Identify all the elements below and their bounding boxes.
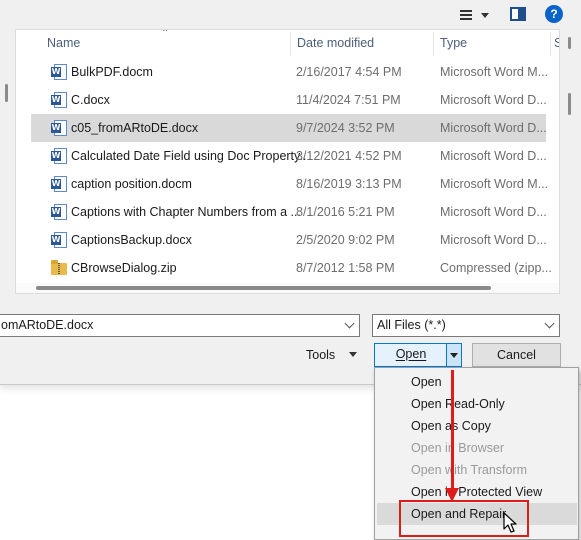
file-name: caption position.docm [71,177,192,191]
file-row[interactable]: W Calculated Date Field using Doc Propert… [31,142,547,170]
file-row[interactable]: W C.docx 11/4/2024 7:51 PM Microsoft Word D… [31,86,547,114]
sort-ascending-icon: ⌃ [161,29,170,39]
view-menu-icon[interactable] [455,5,493,25]
word-icon: W [51,204,67,220]
preview-pane-icon[interactable] [509,6,527,22]
file-date: 11/4/2024 7:51 PM [296,93,401,107]
tools-caret-icon[interactable] [349,352,357,357]
file-date: 8/1/2016 5:21 PM [296,205,395,219]
file-name: BulkPDF.docm [71,65,153,79]
file-date: 3/12/2021 4:52 PM [296,149,402,163]
word-icon: W [51,120,67,136]
chevron-down-icon[interactable] [544,318,555,329]
file-row[interactable]: CBrowseDialog.zip 8/7/2012 1:58 PM Compres… [31,254,552,282]
menu-item-open-with-transform: Open with Transform [411,463,528,477]
filename-value[interactable]: omARtoDE.docx [1,315,93,336]
file-row[interactable]: Wc05_fromARtoDE.docx 9/7/2024 3:52 PM Micr… [31,114,547,142]
menu-item-open-in-browser: Open in Browser [411,441,505,455]
vertical-scrollbar-tick [568,37,571,49]
file-type: Microsoft Word D... [440,93,547,107]
open-button-label: Open [395,347,427,361]
word-icon: W [51,148,67,164]
column-header-row: Name ⌃ Date modified Type S [16,30,559,57]
file-row[interactable]: Wcaption position.docm 8/16/2019 3:13 PM M… [31,170,548,198]
word-icon: W [51,64,67,80]
cancel-button[interactable]: Cancel [472,343,561,367]
file-type: Microsoft Word M... [440,65,549,79]
file-row[interactable]: W BulkPDF.docm 2/16/2017 4:54 PM Microsoft … [31,58,548,86]
vertical-scrollbar-thumb[interactable] [568,93,571,115]
horizontal-scrollbar[interactable] [16,283,559,293]
file-type: Microsoft Word M... [440,177,549,191]
open-button-main[interactable]: Open [375,344,447,366]
word-icon: W [51,176,67,192]
file-row[interactable]: W CaptionsBackup.docx 2/5/2020 9:02 PM Micr… [31,226,547,254]
menu-item-open[interactable]: Open [411,371,442,393]
file-name: c05_fromARtoDE.docx [71,121,199,135]
file-type: Microsoft Word D... [440,149,547,163]
nav-pane-scrollbar-thumb[interactable] [5,84,8,102]
zip-icon [51,260,67,276]
file-type-filter[interactable]: All Files (*.*) [372,314,560,337]
help-icon[interactable]: ? [545,5,563,23]
file-open-dialog: ? Name ⌃ Date modified Type S W BulkPDF.d… [0,0,581,385]
filename-field[interactable]: omARtoDE.docx [0,314,360,337]
file-date: 2/5/2020 9:02 PM [296,233,395,247]
file-list: Name ⌃ Date modified Type S W BulkPDF.doc… [15,29,560,294]
file-name: CBrowseDialog.zip [71,261,177,275]
file-type: Microsoft Word D... [440,121,547,135]
file-date: 8/16/2019 3:13 PM [296,177,402,191]
file-type: Microsoft Word D... [440,205,547,219]
file-date: 2/16/2017 4:54 PM [296,65,402,79]
file-date: 9/7/2024 3:52 PM [296,121,395,135]
chevron-down-icon[interactable] [344,318,355,329]
word-icon: W [51,92,67,108]
column-header-date[interactable]: Date modified [290,30,433,57]
filter-value[interactable]: All Files (*.*) [377,315,446,336]
file-type: Microsoft Word D... [440,233,547,247]
horizontal-scrollbar-thumb[interactable] [36,286,491,290]
open-dropdown-arrow[interactable] [446,343,462,367]
column-header-type[interactable]: Type [433,30,550,57]
column-header-size[interactable]: S [550,30,559,57]
file-date: 8/7/2012 1:58 PM [296,261,395,275]
file-name: CaptionsBackup.docx [71,233,192,247]
word-icon: W [51,232,67,248]
tools-button[interactable]: Tools [306,345,335,365]
open-button[interactable]: Open [374,343,462,367]
file-name: Captions with Chapter Numbers from a ... [71,205,301,219]
file-type: Compressed (zipp... [440,261,552,275]
file-name: Calculated Date Field using Doc Property… [71,149,306,163]
annotation-arrow-shaft [451,370,454,490]
mouse-cursor-icon [503,512,517,533]
menu-item-open-read-only[interactable]: Open Read-Only [411,393,505,415]
file-name: C.docx [71,93,110,107]
file-row[interactable]: W Captions with Chapter Numbers from a ..… [31,198,547,226]
